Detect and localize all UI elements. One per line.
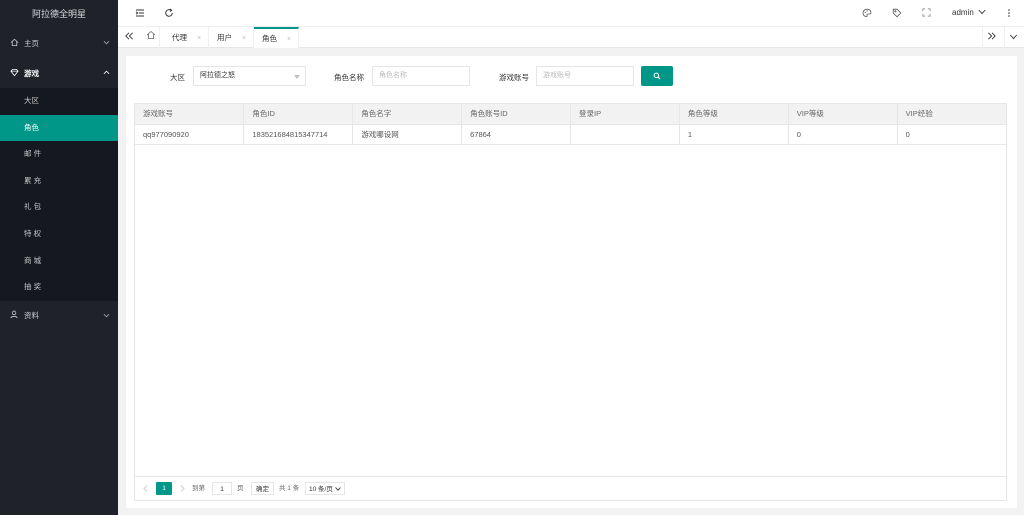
table-cell: 183521684815347714 [243,124,354,145]
column-header[interactable]: VIP等级 [788,104,898,125]
column-header[interactable]: 角色账号ID [461,104,571,125]
chevron-down-icon [103,40,110,45]
sidebar-submenu-game: 大区 角色 邮 件 累 充 礼 包 特 权 商 城 抽 奖 [0,88,118,301]
sidebar-group-home[interactable]: 主页 [0,28,118,58]
account-input[interactable]: 游戏账号 [536,66,634,86]
page-size-value: 10 条/页 [309,486,333,493]
tabs-scroll-right-icon[interactable] [982,27,1000,48]
tab-agent[interactable]: 代理 × [164,27,209,48]
role-name-label: 角色名称 [334,73,364,82]
tab-bar: 代理 × 用户 × 角色 × [118,27,1024,48]
role-name-input[interactable]: 角色名称 [372,66,470,86]
tabs-scroll-left-icon[interactable] [120,27,138,48]
column-header[interactable]: 角色名字 [352,104,463,125]
table-cell: 67864 [461,124,571,145]
table-cell: 0 [788,124,898,145]
sidebar-item-shop[interactable]: 商 城 [0,248,118,275]
page-unit-label: 页 [237,485,244,492]
tab-label: 代理 [172,33,187,42]
sidebar-item-lottery[interactable]: 抽 奖 [0,274,118,301]
goto-label: 到第 [192,485,205,492]
role-name-placeholder: 角色名称 [379,72,407,79]
next-page-icon[interactable] [180,482,185,495]
pagination: 1 到第 1 页 确定 共 1 条 10 条/页 [135,476,1006,500]
sidebar-group-label: 资料 [24,311,39,321]
column-header[interactable]: 角色ID [243,104,354,125]
close-icon[interactable]: × [287,36,291,43]
fullscreen-icon[interactable] [921,8,932,19]
menu-fold-icon[interactable] [134,8,145,19]
table-cell: 1 [679,124,789,145]
dropdown-arrow-icon [294,75,300,79]
prev-page-icon[interactable] [143,482,148,495]
sidebar-item-role[interactable]: 角色 [0,114,118,142]
table-cell [570,124,680,145]
chevron-up-icon [103,70,110,75]
sidebar-item-region[interactable]: 大区 [0,88,118,115]
sidebar-item-recharge[interactable]: 累 充 [0,168,118,195]
table-row[interactable]: qq977090920 183521684815347714 游戏哪设网 678… [135,124,1006,145]
close-icon[interactable]: × [197,35,201,42]
sidebar: 阿拉德全明星 主页 游戏 大区 角色 邮 件 累 充 礼 包 特 权 商 城 抽… [0,0,118,515]
column-header[interactable]: VIP经验 [897,104,1006,125]
region-value: 阿拉德之怒 [200,72,235,79]
role-table: 游戏账号 角色ID 角色名字 角色账号ID 登录IP 角色等级 VIP等级 VI… [134,103,1007,501]
table-header-row: 游戏账号 角色ID 角色名字 角色账号ID 登录IP 角色等级 VIP等级 VI… [135,104,1006,125]
user-menu[interactable]: admin [952,8,986,17]
tab-label: 角色 [262,34,277,43]
account-label: 游戏账号 [499,73,529,82]
refresh-icon[interactable] [163,8,174,19]
sidebar-group-label: 游戏 [24,68,39,78]
username: admin [952,8,974,17]
search-icon [653,72,661,80]
table-cell: 0 [897,124,1006,145]
theme-icon[interactable] [861,8,872,19]
chevron-down-icon [103,313,110,318]
total-count: 共 1 条 [279,485,300,492]
chevron-down-icon [334,487,341,491]
sidebar-item-mail[interactable]: 邮 件 [0,141,118,168]
app-title: 阿拉德全明星 [0,0,118,28]
tab-role[interactable]: 角色 × [254,27,299,48]
region-select[interactable]: 阿拉德之怒 [193,66,306,86]
sidebar-group-game[interactable]: 游戏 [0,58,118,88]
sidebar-item-privilege[interactable]: 特 权 [0,221,118,248]
goto-confirm-button[interactable]: 确定 [251,482,274,495]
column-header[interactable]: 角色等级 [679,104,789,125]
diamond-icon [8,68,20,79]
search-button[interactable] [641,66,673,86]
close-icon[interactable]: × [242,35,246,42]
tabs-menu-icon[interactable] [1004,27,1022,48]
more-icon[interactable] [1003,8,1014,19]
account-placeholder: 游戏账号 [543,72,571,79]
home-tab-icon[interactable] [142,27,160,48]
column-header[interactable]: 登录IP [570,104,680,125]
sidebar-group-profile[interactable]: 资料 [0,301,118,331]
main-panel: 大区 阿拉德之怒 角色名称 角色名称 游戏账号 游戏账号 游戏账号 角色ID 角… [126,56,1017,508]
page-size-select[interactable]: 10 条/页 [305,482,345,495]
tab-user[interactable]: 用户 × [209,27,254,48]
tab-label: 用户 [217,33,232,42]
table-cell: 游戏哪设网 [352,124,463,145]
chevron-down-icon [978,9,986,15]
table-cell: qq977090920 [135,124,245,145]
region-label: 大区 [170,73,185,82]
sidebar-item-gift[interactable]: 礼 包 [0,194,118,221]
column-header[interactable]: 游戏账号 [135,104,245,125]
home-icon [8,38,20,49]
tag-icon[interactable] [891,8,902,19]
goto-page-input[interactable]: 1 [212,482,232,495]
top-header: admin [118,0,1024,27]
sidebar-group-label: 主页 [24,38,39,48]
page-number-current[interactable]: 1 [156,482,172,495]
user-icon [8,310,20,321]
